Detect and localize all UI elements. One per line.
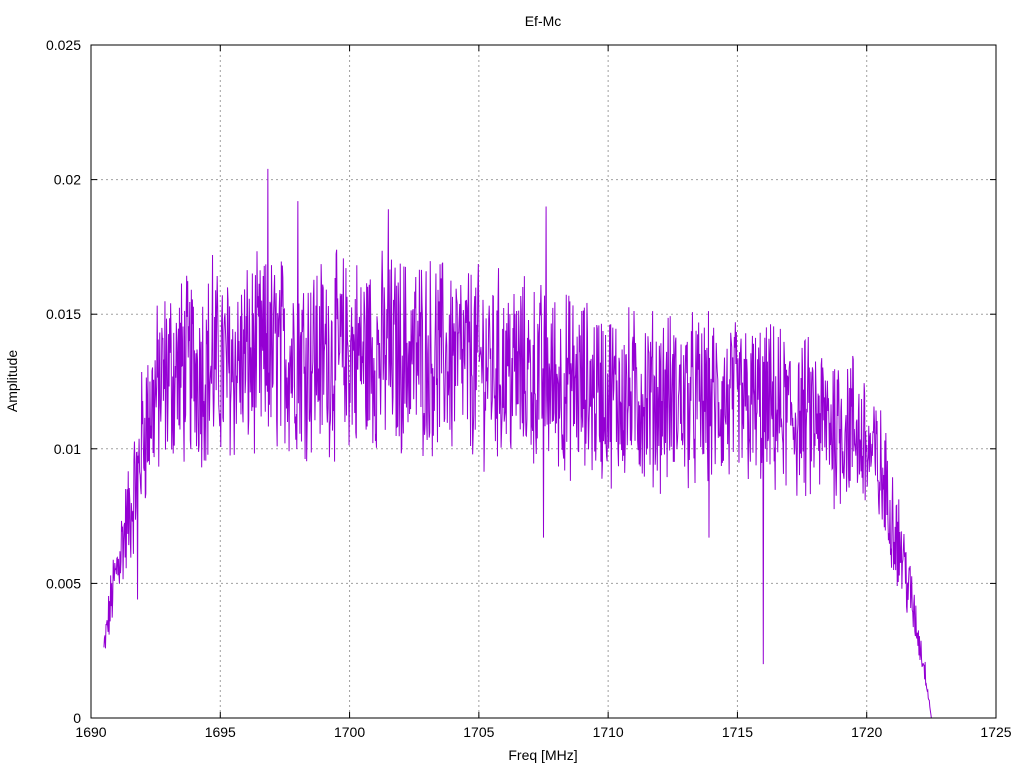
y-tick-label: 0.005 <box>46 575 81 591</box>
x-axis-label: Freq [MHz] <box>508 747 577 763</box>
x-tick-label: 1700 <box>334 724 365 740</box>
y-tick-label: 0 <box>73 710 81 726</box>
y-axis-label: Amplitude <box>4 350 20 412</box>
y-tick-label: 0.015 <box>46 306 81 322</box>
y-tick-label: 0.025 <box>46 37 81 53</box>
x-tick-label: 1725 <box>980 724 1011 740</box>
x-tick-label: 1690 <box>75 724 106 740</box>
chart-title: Ef-Mc <box>525 13 562 29</box>
x-tick-label: 1695 <box>205 724 236 740</box>
series-layer <box>103 168 932 719</box>
x-tick-label: 1715 <box>722 724 753 740</box>
line-chart: 1690 1695 1700 1705 1710 1715 1720 1725 0 0.005 0.… <box>4 13 1012 763</box>
y-tick-label: 0.01 <box>54 441 81 457</box>
x-tick-label: 1705 <box>463 724 494 740</box>
series-line <box>103 168 932 719</box>
y-tick-label: 0.02 <box>54 172 81 188</box>
x-tick-label: 1710 <box>593 724 624 740</box>
x-tick-label: 1720 <box>851 724 882 740</box>
